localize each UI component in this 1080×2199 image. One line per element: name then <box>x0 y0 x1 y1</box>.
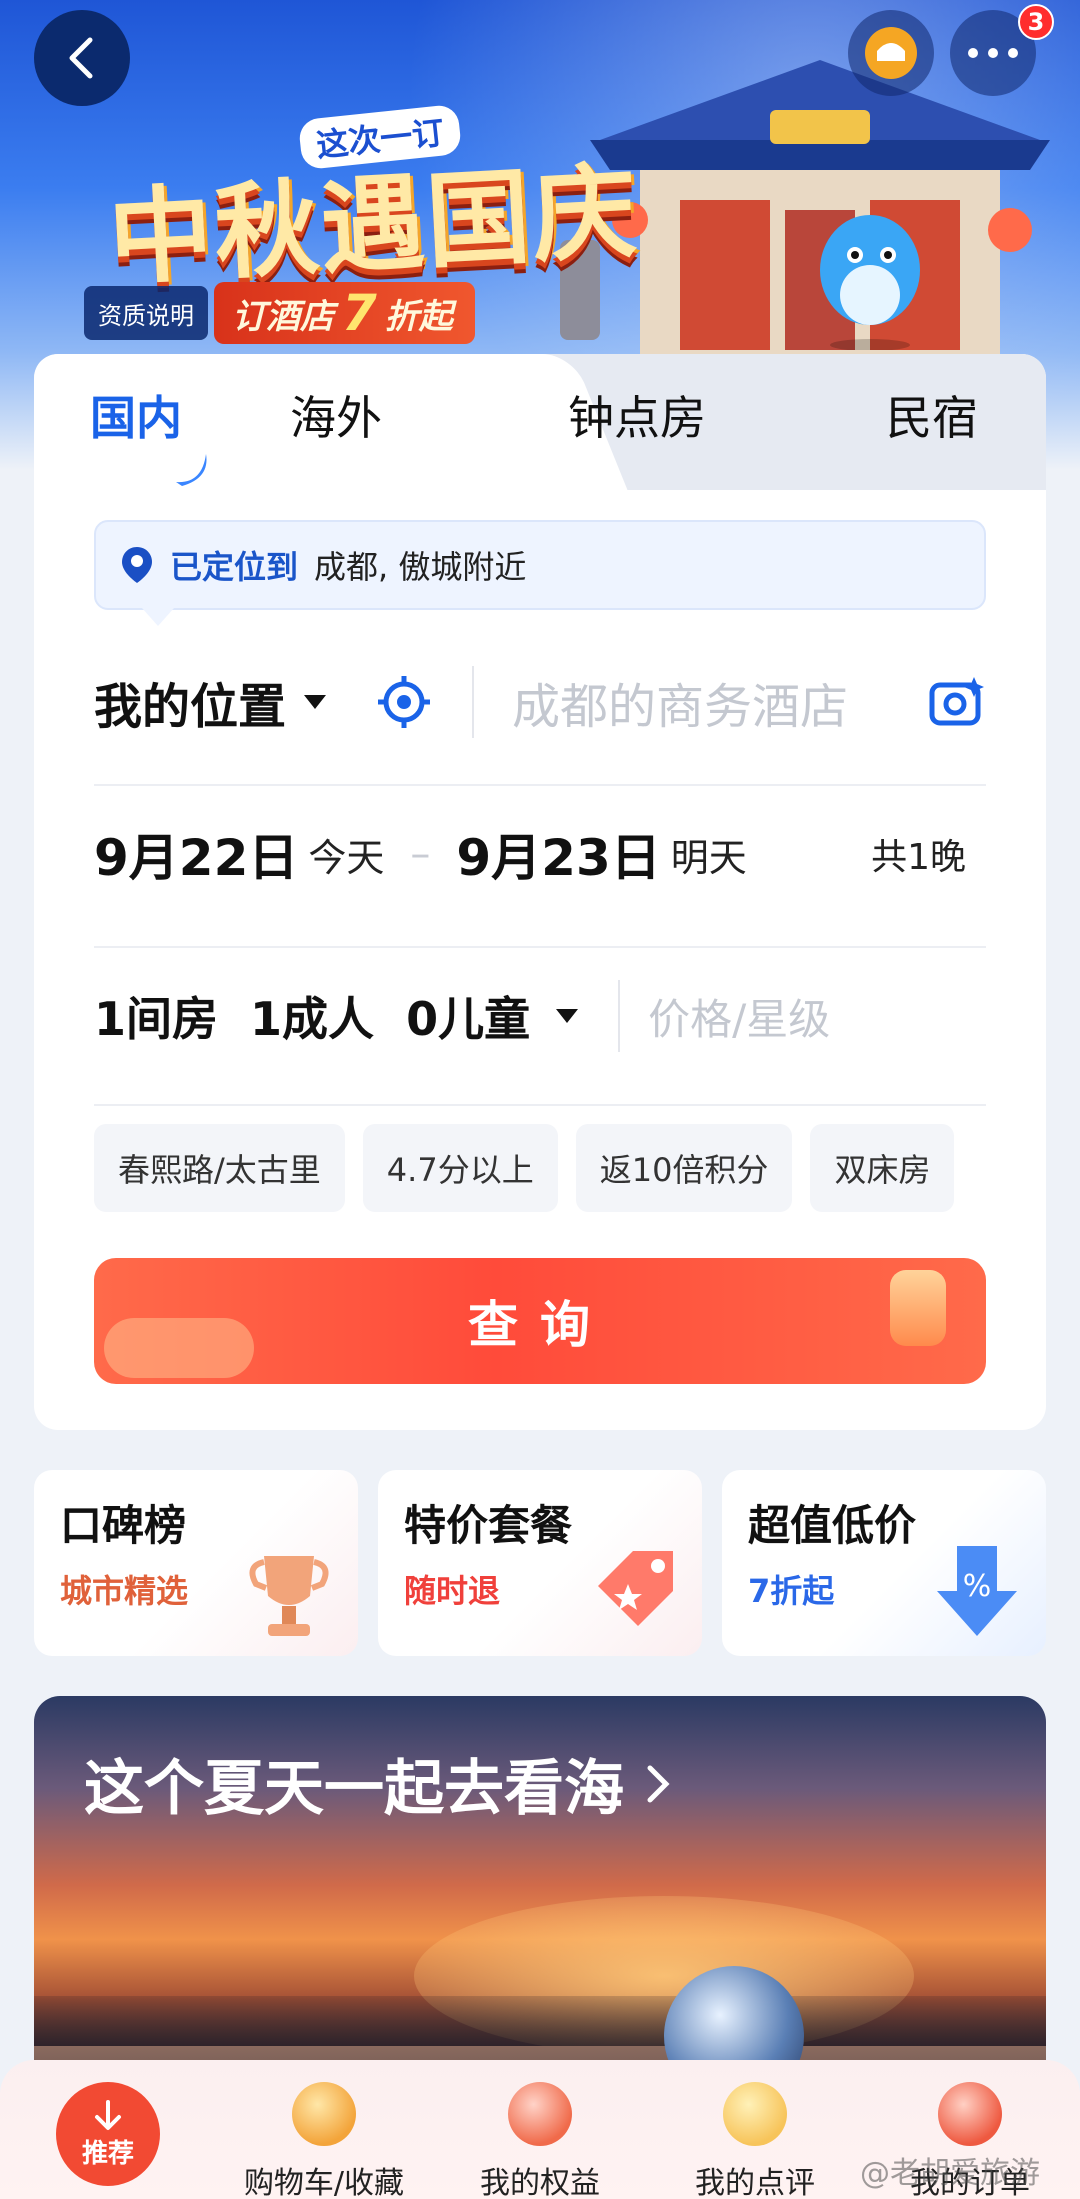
locate-target-icon[interactable] <box>376 674 432 730</box>
arrow-down-icon <box>95 2099 121 2130</box>
price-tag-icon <box>598 1551 673 1626</box>
nights-count: 共1晚 <box>871 837 966 878</box>
nav-label: 我的点评 <box>695 2166 815 2199</box>
tab-hourly-room[interactable]: 钟点房 <box>568 386 706 450</box>
card-title: 特价套餐 <box>404 1501 573 1550</box>
super-low-price-card[interactable]: 超值低价 7折起 % <box>722 1470 1046 1656</box>
nav-cart-favorites[interactable]: 购物车/收藏 <box>224 2082 424 2199</box>
hotel-search-card: 国内 海外 钟点房 民宿 已定位到 成都, 傲城附近 我的位置 成都的商务酒店 <box>34 354 1046 1430</box>
tab-overseas[interactable]: 海外 <box>290 386 382 450</box>
chat-bubble-icon <box>865 27 917 79</box>
nav-my-rights[interactable]: 我的权益 <box>440 2082 640 2199</box>
sea-feature-banner[interactable]: 这个夏天一起去看海 <box>34 1696 1046 2116</box>
more-dots-icon <box>968 48 1018 58</box>
location-status: 已定位到 <box>170 548 299 586</box>
review-icon <box>723 2082 787 2146</box>
dolphin-mascot <box>820 215 920 350</box>
date-separator: – <box>410 831 431 877</box>
room-guest-row: 1间房 1成人 0儿童 价格/星级 <box>94 956 1026 1076</box>
card-subtitle: 7折起 <box>748 1572 835 1610</box>
price-star-filter[interactable]: 价格/星级 <box>648 986 830 1047</box>
gift-balloon-icon <box>508 2082 572 2146</box>
chevron-right-icon <box>647 1765 670 1802</box>
promo-title: 中秋遇国庆 <box>105 150 642 300</box>
location-city: 成都, 傲城附近 <box>314 548 527 586</box>
nav-label: 推荐 <box>81 2138 134 2169</box>
checkin-date[interactable]: 9月22日 <box>94 818 298 890</box>
divider <box>94 784 986 786</box>
nav-label: 购物车/收藏 <box>243 2166 405 2199</box>
back-button[interactable] <box>34 10 130 106</box>
filter-chip[interactable]: 春熙路/太古里 <box>94 1124 345 1212</box>
tab-domestic[interactable]: 国内 <box>90 386 182 450</box>
watermark: @老胡爱旅游 <box>860 2156 1040 2191</box>
room-guest-selector[interactable]: 1间房 1成人 0儿童 <box>94 983 530 1049</box>
discount-prefix: 订酒店 <box>232 296 334 337</box>
discount-arrow-icon: % <box>937 1546 1017 1636</box>
discount-value: 7 <box>342 284 377 342</box>
notification-badge: 3 <box>1018 4 1054 40</box>
search-button[interactable]: 查询 <box>94 1258 986 1384</box>
caret-down-icon[interactable] <box>556 1009 579 1023</box>
cloud-decoration <box>104 1318 254 1378</box>
location-hint: 已定位到 成都, 傲城附近 <box>94 520 986 626</box>
feature-title-text: 这个夏天一起去看海 <box>84 1754 624 1824</box>
search-button-label: 查询 <box>468 1296 612 1354</box>
lantern-icon <box>938 2082 1002 2146</box>
lantern-decoration <box>890 1270 946 1346</box>
card-subtitle: 城市精选 <box>60 1572 189 1610</box>
trophy-icon <box>249 1556 329 1636</box>
caret-down-icon[interactable] <box>304 695 327 709</box>
divider <box>94 1104 986 1106</box>
date-row[interactable]: 9月22日 今天 – 9月23日 明天 共1晚 <box>94 794 1026 914</box>
svg-text:%: % <box>963 1569 992 1604</box>
location-pin-icon <box>122 547 152 583</box>
checkout-day: 明天 <box>670 835 747 880</box>
card-subtitle: 随时退 <box>404 1572 501 1610</box>
my-position-selector[interactable]: 我的位置 <box>94 667 286 737</box>
divider <box>472 666 475 738</box>
checkout-date[interactable]: 9月23日 <box>456 818 660 890</box>
divider <box>618 980 621 1052</box>
tab-homestay[interactable]: 民宿 <box>886 386 978 450</box>
filter-chip[interactable]: 4.7分以上 <box>362 1124 558 1212</box>
discount-suffix: 折起 <box>384 296 453 337</box>
hotel-search-input[interactable]: 成都的商务酒店 <box>512 667 928 737</box>
nav-label: 我的权益 <box>480 2166 600 2199</box>
nav-recommend[interactable]: 推荐 <box>56 2082 160 2186</box>
card-title: 口碑榜 <box>60 1501 187 1550</box>
destination-row: 我的位置 成都的商务酒店 <box>94 642 1026 762</box>
quick-filter-chips: 春熙路/太古里 4.7分以上 返10倍积分 双床房 <box>94 1124 972 1214</box>
filter-chip[interactable]: 双床房 <box>810 1124 955 1212</box>
active-tab-indicator-icon <box>176 454 207 486</box>
discount-tag: 订酒店 7 折起 <box>214 282 475 344</box>
customer-service-button[interactable] <box>848 10 934 96</box>
card-title: 超值低价 <box>748 1501 917 1550</box>
cart-icon <box>292 2082 356 2146</box>
divider <box>94 946 986 948</box>
special-package-card[interactable]: 特价套餐 随时退 <box>378 1470 702 1656</box>
reputation-ranking-card[interactable]: 口碑榜 城市精选 <box>34 1470 358 1656</box>
qualification-link[interactable]: 资质说明 <box>84 286 208 340</box>
feature-title[interactable]: 这个夏天一起去看海 <box>84 1740 670 1827</box>
camera-search-icon[interactable] <box>928 675 986 729</box>
filter-chip[interactable]: 返10倍积分 <box>575 1124 793 1212</box>
checkin-day: 今天 <box>308 835 385 880</box>
nav-my-reviews[interactable]: 我的点评 <box>655 2082 855 2199</box>
chevron-left-icon <box>69 37 93 79</box>
